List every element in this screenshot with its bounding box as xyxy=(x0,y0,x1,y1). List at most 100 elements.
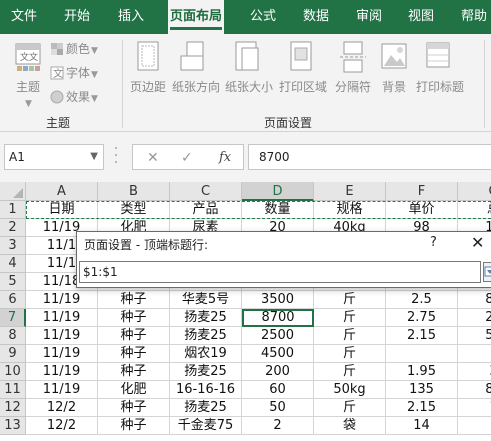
cell-b1[interactable]: 类型 xyxy=(98,201,170,219)
cell-c7[interactable]: 扬麦25 xyxy=(170,309,242,327)
row-header-2[interactable]: 2 xyxy=(0,219,26,237)
cell-f6[interactable]: 2.5 xyxy=(386,291,458,309)
cell-g7[interactable]: 23 xyxy=(458,309,491,327)
insert-function-icon[interactable]: fx xyxy=(219,148,231,168)
row-header-8[interactable]: 8 xyxy=(0,327,26,345)
cell-f8[interactable]: 2.15 xyxy=(386,327,458,345)
tab-page-layout[interactable]: 页面布局 xyxy=(168,0,225,34)
tab-home[interactable]: 开始 xyxy=(62,0,92,34)
cell-e13[interactable]: 袋 xyxy=(314,417,386,435)
cell-f12[interactable]: 2.15 xyxy=(386,399,458,417)
cell-c13[interactable]: 千金麦75 xyxy=(170,417,242,435)
row-header-4[interactable]: 4 xyxy=(0,255,26,273)
margins-button[interactable]: 页边距 xyxy=(126,38,170,108)
cell-g8[interactable]: 53 xyxy=(458,327,491,345)
cell-a6[interactable]: 11/19 xyxy=(26,291,98,309)
formula-input[interactable]: 8700 xyxy=(248,144,491,170)
cell-b11[interactable]: 化肥 xyxy=(98,381,170,399)
cell-c6[interactable]: 华麦5号 xyxy=(170,291,242,309)
title-rows-input[interactable]: $1:$1 xyxy=(79,261,481,283)
column-header-e[interactable]: E xyxy=(314,182,386,201)
name-box[interactable]: A1 ▼ xyxy=(4,144,104,170)
tab-file[interactable]: 文件 xyxy=(9,0,39,34)
help-button[interactable]: ? xyxy=(430,235,437,250)
cell-g9[interactable] xyxy=(458,345,491,363)
themes-button[interactable]: 文文 主题 ▼ xyxy=(6,38,50,109)
cancel-icon[interactable]: ✕ xyxy=(147,148,159,168)
expand-dialog-button[interactable] xyxy=(483,262,491,282)
row-header-1[interactable]: 1 xyxy=(0,201,26,219)
fonts-button[interactable]: 文 字体▼ xyxy=(50,63,98,83)
cell-a11[interactable]: 11/19 xyxy=(26,381,98,399)
cell-a7[interactable]: 11/19 xyxy=(26,309,98,327)
cell-c10[interactable]: 扬麦25 xyxy=(170,363,242,381)
cell-b7[interactable]: 种子 xyxy=(98,309,170,327)
cell-c1[interactable]: 产品 xyxy=(170,201,242,219)
cell-e1[interactable]: 规格 xyxy=(314,201,386,219)
effects-button[interactable]: 效果▼ xyxy=(50,87,98,107)
cell-b13[interactable]: 种子 xyxy=(98,417,170,435)
cell-d1[interactable]: 数量 xyxy=(242,201,314,219)
row-header-13[interactable]: 13 xyxy=(0,417,26,435)
tab-review[interactable]: 审阅 xyxy=(354,0,384,34)
cell-f1[interactable]: 单价 xyxy=(386,201,458,219)
print-area-button[interactable]: 打印区域 xyxy=(279,38,327,108)
row-header-5[interactable]: 5 xyxy=(0,273,26,291)
row-header-9[interactable]: 9 xyxy=(0,345,26,363)
cell-e6[interactable]: 斤 xyxy=(314,291,386,309)
cell-c11[interactable]: 16-16-16 xyxy=(170,381,242,399)
cell-f13[interactable]: 14 xyxy=(386,417,458,435)
row-header-12[interactable]: 12 xyxy=(0,399,26,417)
cell-c12[interactable]: 扬麦25 xyxy=(170,399,242,417)
cell-g6[interactable]: 87 xyxy=(458,291,491,309)
row-header-10[interactable]: 10 xyxy=(0,363,26,381)
formula-bar-grip-icon[interactable]: · · · xyxy=(112,142,120,170)
background-button[interactable]: 背景 xyxy=(372,38,416,108)
cell-d10[interactable]: 200 xyxy=(242,363,314,381)
column-header-g[interactable]: G xyxy=(458,182,491,201)
orientation-button[interactable]: 纸张方向 xyxy=(172,38,220,108)
tab-formulas[interactable]: 公式 xyxy=(248,0,278,34)
colors-button[interactable]: 颜色▼ xyxy=(50,39,98,59)
cell-d12[interactable]: 50 xyxy=(242,399,314,417)
cell-a1[interactable]: 日期 xyxy=(26,201,98,219)
cell-d7[interactable]: 8700 xyxy=(242,309,314,327)
select-all-button[interactable] xyxy=(0,182,26,201)
tab-help[interactable]: 帮助 xyxy=(459,0,489,34)
column-header-d[interactable]: D xyxy=(242,182,314,201)
print-titles-button[interactable]: 打印标题 xyxy=(416,38,464,108)
cell-e7[interactable]: 斤 xyxy=(314,309,386,327)
cell-f7[interactable]: 2.75 xyxy=(386,309,458,327)
row-header-3[interactable]: 3 xyxy=(0,237,26,255)
check-icon[interactable]: ✓ xyxy=(181,148,193,168)
cell-e11[interactable]: 50kg xyxy=(314,381,386,399)
cell-f9[interactable] xyxy=(386,345,458,363)
cell-g13[interactable] xyxy=(458,417,491,435)
close-button[interactable]: ✕ xyxy=(471,233,484,252)
cell-d11[interactable]: 60 xyxy=(242,381,314,399)
cell-a13[interactable]: 12/2 xyxy=(26,417,98,435)
cell-g12[interactable]: 1 xyxy=(458,399,491,417)
cell-g10[interactable]: 3 xyxy=(458,363,491,381)
row-header-11[interactable]: 11 xyxy=(0,381,26,399)
cell-g1[interactable]: 总 xyxy=(458,201,491,219)
tab-view[interactable]: 视图 xyxy=(406,0,436,34)
cell-f11[interactable]: 135 xyxy=(386,381,458,399)
cell-b10[interactable]: 种子 xyxy=(98,363,170,381)
size-button[interactable]: 纸张大小 xyxy=(225,38,273,108)
cell-d13[interactable]: 2 xyxy=(242,417,314,435)
tab-data[interactable]: 数据 xyxy=(301,0,331,34)
cell-g11[interactable]: 81 xyxy=(458,381,491,399)
cell-d9[interactable]: 4500 xyxy=(242,345,314,363)
cell-e9[interactable]: 斤 xyxy=(314,345,386,363)
cell-c8[interactable]: 扬麦25 xyxy=(170,327,242,345)
column-header-b[interactable]: B xyxy=(98,182,170,201)
row-header-7[interactable]: 7 xyxy=(0,309,26,327)
row-header-6[interactable]: 6 xyxy=(0,291,26,309)
column-header-a[interactable]: A xyxy=(26,182,98,201)
column-header-c[interactable]: C xyxy=(170,182,242,201)
cell-e10[interactable]: 斤 xyxy=(314,363,386,381)
cell-a8[interactable]: 11/19 xyxy=(26,327,98,345)
chevron-down-icon[interactable]: ▼ xyxy=(90,145,98,169)
cell-b9[interactable]: 种子 xyxy=(98,345,170,363)
